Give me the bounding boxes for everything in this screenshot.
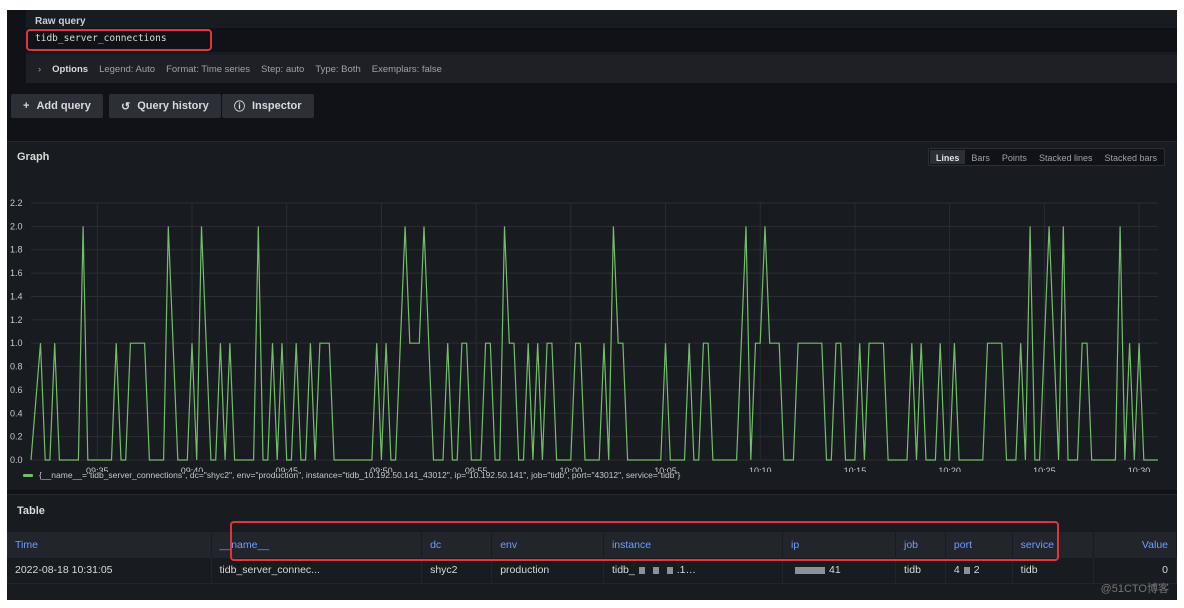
x-tick-label: 10:20 <box>938 466 961 472</box>
y-tick-label: 2.0 <box>10 221 23 231</box>
cell-name: tidb_server_connec... <box>211 558 423 584</box>
table-panel: Table Time __name__ dc env instance ip job port… <box>7 494 1177 600</box>
chevron-right-icon: › <box>38 63 42 75</box>
y-tick-label: 0.0 <box>10 455 23 465</box>
table-title: Table <box>17 505 45 517</box>
ip-suffix: 41 <box>829 564 841 577</box>
y-tick-label: 1.0 <box>10 338 23 348</box>
cell-time: 2022-08-18 10:31:05 <box>7 558 212 584</box>
query-options-row[interactable]: › Options Legend: Auto Format: Time seri… <box>26 55 1177 83</box>
info-icon: ⓘ <box>234 101 245 113</box>
graph-panel: Graph Lines Bars Points Stacked lines Stacke… <box>7 141 1177 490</box>
y-tick-label: 1.4 <box>10 291 23 301</box>
inspector-label: Inspector <box>252 100 302 112</box>
options-toggle[interactable]: Options <box>52 64 88 75</box>
plus-icon: + <box>23 100 30 112</box>
watermark: @51CTO博客 <box>1100 583 1169 595</box>
cell-instance: tidb_ .1… <box>603 558 784 584</box>
highlight-box <box>230 521 1059 561</box>
legend-option: Legend: Auto <box>99 63 156 75</box>
highlight-box <box>26 29 212 51</box>
cell-service: tidb <box>1012 558 1095 584</box>
inspector-button[interactable]: ⓘ Inspector <box>222 94 314 118</box>
series-color-swatch <box>23 473 33 477</box>
column-header-time[interactable]: Time <box>7 532 212 558</box>
y-tick-label: 0.8 <box>10 362 23 372</box>
raw-query-label: Raw query <box>35 16 86 27</box>
y-tick-label: 2.2 <box>10 198 23 208</box>
explore-pane: Raw query tidb_server_connections › Opti… <box>7 10 1177 600</box>
add-query-button[interactable]: + Add query <box>11 94 103 118</box>
cell-env: production <box>491 558 604 584</box>
instance-prefix: tidb_ <box>611 564 635 577</box>
y-tick-label: 0.2 <box>10 432 23 442</box>
legend-item[interactable]: {__name__="tidb_server_connections", dc=… <box>23 470 680 480</box>
y-tick-label: 1.8 <box>10 245 23 255</box>
x-tick-label: 10:25 <box>1033 466 1056 472</box>
exemplars-option: Exemplars: false <box>371 63 442 75</box>
x-tick-label: 10:30 <box>1128 466 1151 472</box>
cell-ip: 41 <box>782 558 896 584</box>
format-option: Format: Time series <box>166 63 250 75</box>
history-icon: ↺ <box>121 100 131 113</box>
time-series-chart: 0.00.20.40.60.81.01.21.41.61.82.02.209:3… <box>10 198 1158 472</box>
legend-label: {__name__="tidb_server_connections", dc=… <box>39 470 681 480</box>
y-tick-label: 1.2 <box>10 315 23 325</box>
cell-port: 42 <box>945 558 1013 584</box>
add-query-label: Add query <box>36 100 91 112</box>
port-suffix: 2 <box>973 564 980 577</box>
step-option: Step: auto <box>261 63 305 75</box>
y-tick-label: 1.6 <box>10 268 23 278</box>
query-history-label: Query history <box>137 100 209 112</box>
x-tick-label: 10:15 <box>844 466 867 472</box>
cell-dc: shyc2 <box>421 558 493 584</box>
query-history-button[interactable]: ↺ Query history <box>109 94 221 118</box>
y-tick-label: 0.4 <box>10 408 23 418</box>
instance-suffix: .1… <box>676 564 696 577</box>
type-option: Type: Both <box>315 63 361 75</box>
query-editor: Raw query tidb_server_connections › Opti… <box>26 10 1177 83</box>
port-prefix: 4 <box>953 564 960 577</box>
y-tick-label: 0.6 <box>10 385 23 395</box>
x-tick-label: 10:10 <box>749 466 772 472</box>
cell-job: tidb <box>895 558 946 584</box>
column-header-value[interactable]: Value <box>1093 532 1177 558</box>
table-row: 2022-08-18 10:31:05 tidb_server_connec..… <box>7 558 1177 584</box>
